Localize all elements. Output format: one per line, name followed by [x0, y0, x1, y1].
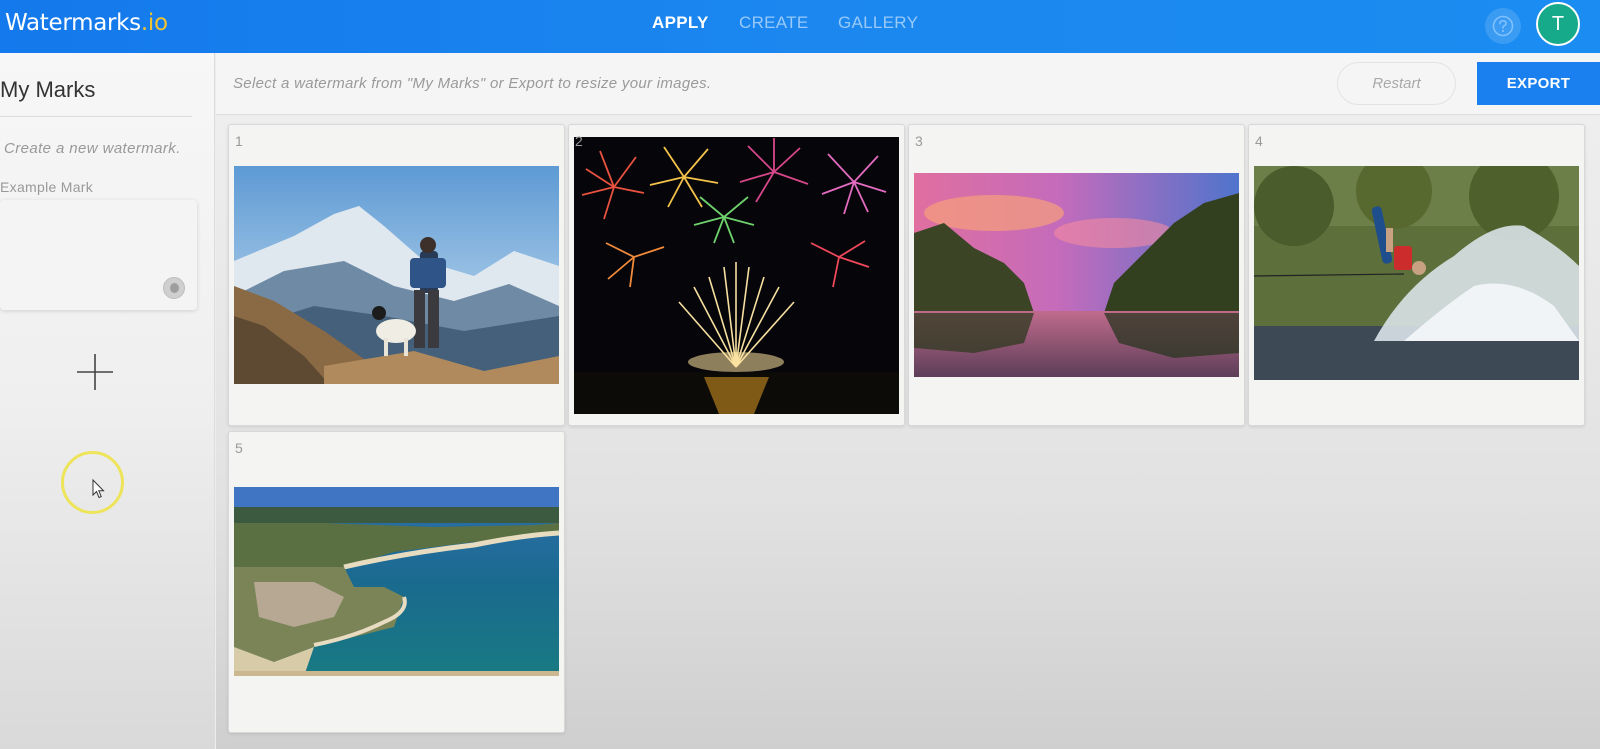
image-number: 5	[235, 440, 243, 456]
brand-tld: .io	[140, 10, 168, 36]
watermark-dot-icon	[163, 277, 185, 299]
apply-toolbar: Select a watermark from "My Marks" or Ex…	[216, 53, 1600, 115]
image-number: 2	[575, 133, 583, 149]
image-card[interactable]: 4	[1248, 124, 1585, 426]
my-marks-sidebar: My Marks Create a new watermark. Example…	[0, 53, 215, 749]
tab-gallery[interactable]: GALLERY	[838, 13, 918, 33]
question-circle-icon	[1492, 15, 1514, 37]
restart-button[interactable]: Restart	[1337, 62, 1456, 105]
export-button[interactable]: EXPORT	[1477, 62, 1600, 105]
image-thumbnail	[914, 173, 1239, 377]
top-nav-bar: Watermarks.io APPLY CREATE GALLERY T	[0, 0, 1600, 53]
brand-name: Watermarks	[5, 10, 141, 36]
mouse-pointer-icon	[92, 479, 105, 499]
image-thumbnail	[574, 137, 899, 414]
tab-apply[interactable]: APPLY	[652, 13, 709, 33]
toolbar-hint: Select a watermark from "My Marks" or Ex…	[233, 75, 712, 92]
create-watermark-link[interactable]: Create a new watermark.	[4, 140, 181, 157]
image-number: 1	[235, 133, 243, 149]
add-mark-button[interactable]	[75, 352, 115, 392]
mark-label: Example Mark	[0, 179, 94, 195]
sidebar-divider	[0, 116, 192, 117]
tab-create[interactable]: CREATE	[739, 13, 809, 33]
image-thumbnail	[1254, 166, 1579, 380]
image-grid: 1 2 3 4 5	[216, 116, 1600, 749]
brand-logo[interactable]: Watermarks.io	[5, 10, 168, 36]
image-thumbnail	[234, 166, 559, 384]
image-card[interactable]: 1	[228, 124, 565, 426]
image-card[interactable]: 5	[228, 431, 565, 733]
help-button[interactable]	[1485, 8, 1521, 44]
image-number: 3	[915, 133, 923, 149]
image-card[interactable]: 2	[568, 124, 905, 426]
example-mark-card[interactable]	[0, 200, 197, 310]
sidebar-title: My Marks	[0, 77, 96, 102]
image-number: 4	[1255, 133, 1263, 149]
image-card[interactable]: 3	[908, 124, 1245, 426]
plus-icon	[77, 354, 113, 390]
image-thumbnail	[234, 487, 559, 676]
user-avatar[interactable]: T	[1536, 2, 1580, 46]
